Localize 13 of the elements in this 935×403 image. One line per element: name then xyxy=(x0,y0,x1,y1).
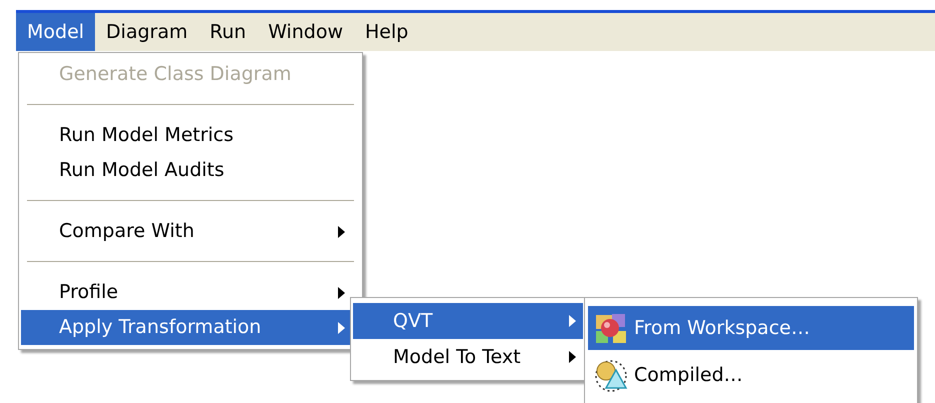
menu-bar-item[interactable]: Window xyxy=(257,13,354,51)
menu-bar-item[interactable]: Model xyxy=(16,13,96,51)
folder-ball-icon xyxy=(594,311,628,345)
menu-item[interactable]: Run Model Audits xyxy=(21,153,360,188)
menu-bar-item[interactable]: Run xyxy=(198,13,258,51)
menu-item[interactable]: QVT xyxy=(353,303,583,339)
shapes-icon xyxy=(594,358,628,392)
menu-item[interactable]: From Workspace… xyxy=(588,306,914,350)
menu-bar-item[interactable]: Help xyxy=(354,13,420,51)
menu-item[interactable]: Compiled… xyxy=(588,353,914,397)
menu-item[interactable]: Run Model Metrics xyxy=(21,118,360,153)
menu-item[interactable]: Compare With xyxy=(21,214,360,249)
menu-bar-item[interactable]: Diagram xyxy=(95,13,199,51)
